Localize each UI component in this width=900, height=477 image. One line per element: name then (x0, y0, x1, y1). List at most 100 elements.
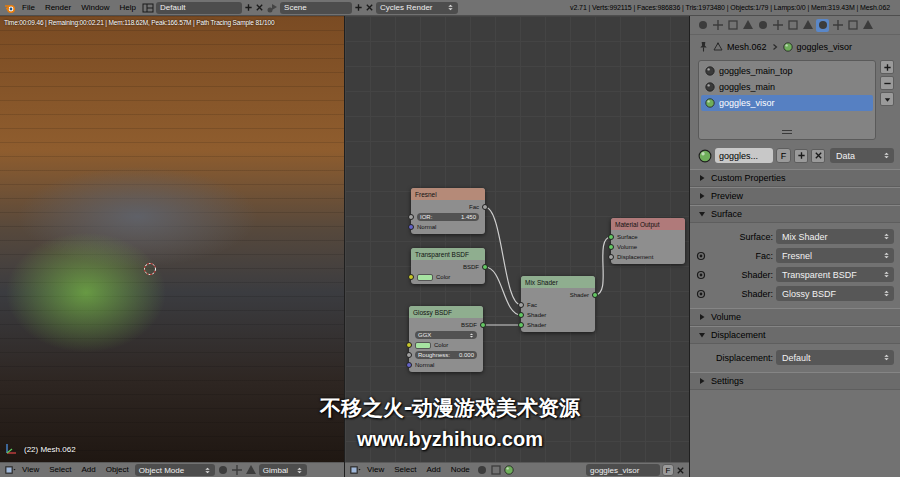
socket-link-icon[interactable] (696, 289, 706, 299)
menu-item[interactable]: Select (390, 464, 420, 476)
fake-user-button[interactable]: F (776, 148, 791, 163)
shader-node[interactable]: Glossy BSDFBSDFGGXColorRoughness:0.000No… (409, 306, 483, 372)
collapsed-icon[interactable] (698, 174, 706, 182)
object-icon[interactable] (757, 19, 769, 31)
collapsed-icon[interactable] (698, 377, 706, 385)
socket-icon[interactable] (482, 264, 488, 270)
manipulator-icon[interactable] (245, 464, 257, 476)
number-field[interactable]: IOR:1.450 (417, 213, 479, 221)
material-tab[interactable] (816, 19, 829, 32)
particles-tab[interactable] (846, 19, 859, 32)
physics-icon[interactable] (862, 19, 874, 31)
expanded-icon[interactable] (698, 331, 706, 339)
add-slot-button[interactable] (880, 60, 894, 74)
screen-layout-field[interactable]: Default (156, 2, 242, 14)
socket-icon[interactable] (482, 204, 488, 210)
node-color-row[interactable]: Color (409, 340, 483, 350)
socket-icon[interactable] (518, 302, 524, 308)
socket-icon[interactable] (406, 362, 412, 368)
distribution-dropdown[interactable]: GGX (415, 331, 477, 339)
blender-logo-icon[interactable] (4, 2, 16, 14)
socket-icon[interactable] (406, 342, 412, 348)
socket-icon[interactable] (408, 214, 414, 220)
new-material-button[interactable] (794, 149, 808, 163)
slot-menu-button[interactable] (880, 92, 894, 106)
mode-dropdown[interactable]: Object Mode (135, 464, 215, 476)
socket-icon[interactable] (408, 224, 414, 230)
unlink-icon[interactable] (676, 466, 685, 475)
menu-arrow-icon[interactable] (883, 95, 892, 104)
property-dropdown[interactable]: Default (776, 350, 894, 365)
modifiers-tab[interactable] (786, 19, 799, 32)
texture-icon[interactable] (832, 19, 844, 31)
socket-icon[interactable] (608, 244, 614, 250)
node-field-row[interactable]: IOR:1.450 (411, 212, 485, 222)
object-tab[interactable] (756, 19, 769, 32)
constraints-tab[interactable] (771, 19, 784, 32)
material-field[interactable]: goggles_visor (586, 464, 660, 476)
panel-header[interactable]: Custom Properties (690, 169, 900, 187)
3d-viewport[interactable]: Time:00:09.46 | Remaining:00:02.21 | Mem… (0, 16, 344, 462)
socket-link-icon[interactable] (696, 270, 706, 280)
node-color-row[interactable]: Color (411, 272, 485, 282)
editor-type-icon[interactable] (349, 464, 361, 476)
material-slot[interactable]: goggles_visor (701, 95, 873, 111)
remove-slot-button[interactable] (880, 76, 894, 90)
node-link[interactable] (485, 207, 521, 305)
property-dropdown[interactable]: Glossy BSDF (776, 286, 894, 301)
editor-type-icon[interactable] (4, 464, 16, 476)
socket-icon[interactable] (408, 274, 414, 280)
modifiers-icon[interactable] (787, 19, 799, 31)
texture-tab[interactable] (831, 19, 844, 32)
world-icon[interactable] (742, 19, 754, 31)
menu-item[interactable]: Object (102, 464, 133, 476)
shader-node[interactable]: FresnelFacIOR:1.450Normal (411, 188, 485, 234)
collapsed-icon[interactable] (698, 192, 706, 200)
add-icon[interactable] (244, 3, 253, 12)
fake-user-button[interactable]: F (662, 464, 674, 476)
world-tab[interactable] (741, 19, 754, 32)
close-icon[interactable] (365, 3, 374, 12)
render-icon[interactable] (697, 19, 709, 31)
shader-type-icon[interactable] (476, 464, 488, 476)
render-layers-tab[interactable] (711, 19, 724, 32)
object-icon[interactable] (490, 464, 502, 476)
material-slot-list[interactable]: goggles_main_topgoggles_maingoggles_viso… (698, 60, 876, 140)
number-field[interactable]: Roughness:0.000 (415, 351, 477, 359)
grip-icon[interactable] (781, 129, 793, 135)
panel-header[interactable]: Preview (690, 187, 900, 205)
pin-icon[interactable] (698, 41, 709, 52)
add-icon[interactable] (883, 63, 892, 72)
render-engine-dropdown[interactable]: Cycles Render (376, 2, 458, 14)
material-slot[interactable]: goggles_main_top (701, 63, 873, 79)
color-swatch[interactable] (415, 342, 431, 349)
socket-icon[interactable] (406, 352, 412, 358)
menu-item[interactable]: View (363, 464, 388, 476)
node-header[interactable]: Material Output (611, 218, 685, 230)
socket-link-icon[interactable] (696, 251, 706, 261)
scene-field[interactable]: Scene (280, 2, 352, 14)
menu-item[interactable]: View (18, 464, 43, 476)
orientation-dropdown[interactable]: Gimbal (259, 464, 307, 476)
viewport-shading-icon[interactable] (217, 464, 229, 476)
menu-item[interactable]: File (18, 2, 39, 14)
node-link[interactable] (485, 267, 521, 315)
property-dropdown[interactable]: Transparent BSDF (776, 267, 894, 282)
pivot-point-icon[interactable] (231, 464, 243, 476)
shader-node[interactable]: Material OutputSurfaceVolumeDisplacement (611, 218, 685, 264)
property-dropdown[interactable]: Fresnel (776, 248, 894, 263)
menu-item[interactable]: Select (45, 464, 75, 476)
close-icon[interactable] (255, 3, 264, 12)
panel-header[interactable]: Surface (690, 205, 900, 223)
scene-icon[interactable] (727, 19, 739, 31)
socket-icon[interactable] (608, 254, 614, 260)
material-icon[interactable] (817, 19, 829, 31)
material-slot[interactable]: goggles_main (701, 79, 873, 95)
shader-node[interactable]: Transparent BSDFBSDFColor (411, 248, 485, 284)
socket-icon[interactable] (518, 322, 524, 328)
list-resize-grip[interactable] (701, 129, 873, 137)
add-icon[interactable] (797, 151, 806, 160)
menu-item[interactable]: Node (447, 464, 474, 476)
expanded-icon[interactable] (698, 210, 706, 218)
material-name-field[interactable]: goggles... (715, 148, 773, 163)
